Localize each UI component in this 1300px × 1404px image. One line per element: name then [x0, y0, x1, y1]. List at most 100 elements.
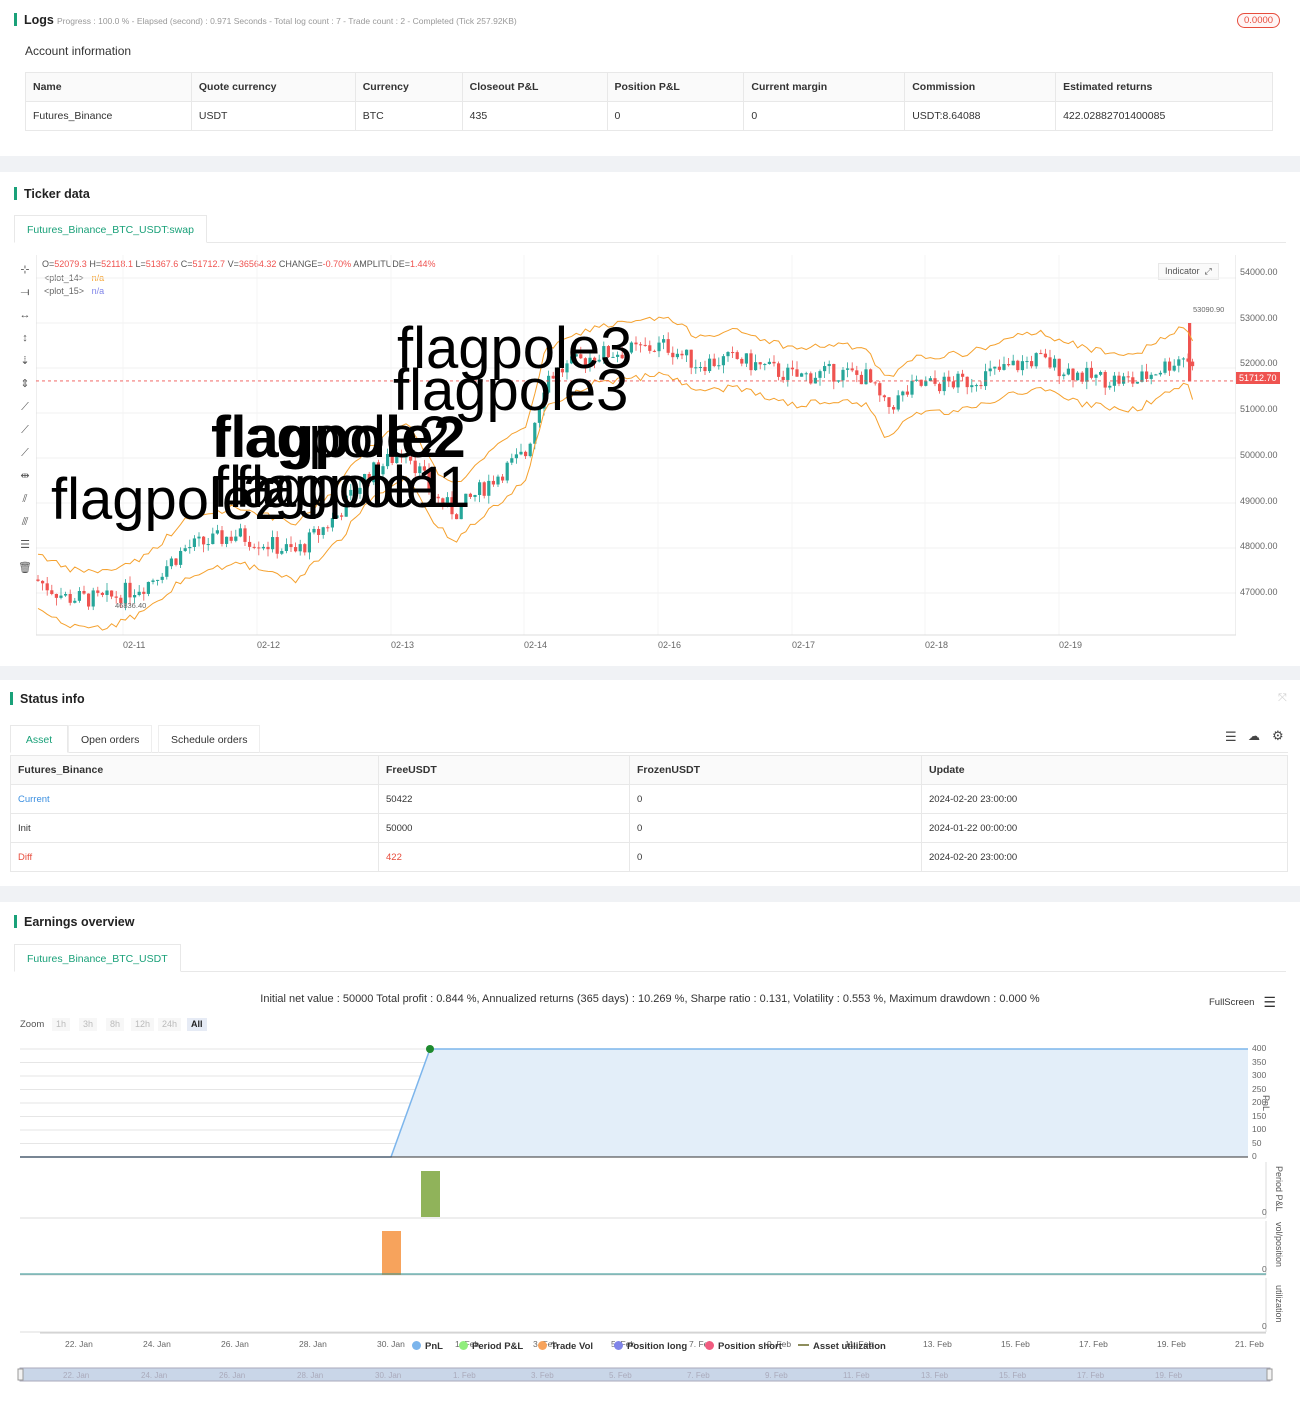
candle-body — [905, 391, 909, 395]
legend-label: Trade Vol — [551, 1341, 594, 1352]
price-tick: 49000.00 — [1240, 496, 1278, 506]
legend-position-long[interactable]: Position long — [614, 1341, 687, 1352]
pnl-tick: 350 — [1252, 1056, 1267, 1067]
candle-body — [887, 397, 891, 407]
account-cell-5: 0 — [743, 101, 906, 131]
candle-body — [1048, 357, 1052, 368]
tab-open-orders[interactable]: Open orders — [68, 725, 153, 753]
zoom-8h[interactable]: 8h — [106, 1018, 125, 1031]
candle-body — [91, 590, 95, 607]
candle-body — [979, 385, 983, 387]
candle-body — [694, 367, 698, 369]
tab-schedule-orders[interactable]: Schedule orders — [158, 725, 261, 753]
price-range-icon[interactable]: ⇹ — [18, 469, 32, 483]
candle-body — [648, 345, 652, 351]
candle-body — [1057, 358, 1061, 377]
legend-pnl[interactable]: PnL — [412, 1341, 443, 1352]
candle-body — [496, 476, 500, 485]
last-price-tag: 51712.70 — [1236, 372, 1280, 384]
account-col-4: Position P&L — [606, 72, 745, 102]
earnings-date-tick: 26. Jan — [221, 1339, 249, 1349]
zoom-all[interactable]: All — [187, 1018, 207, 1031]
navigator-date-tick: 30. Jan — [375, 1371, 402, 1380]
trend-line-icon[interactable]: ⟋ — [18, 400, 32, 414]
candle-body — [202, 536, 206, 545]
diff-frozen: 0 — [629, 842, 922, 872]
pitchfork-icon[interactable]: ⫻ — [18, 515, 32, 529]
fib-levels-icon[interactable]: ☰ — [18, 538, 32, 552]
candle-body — [206, 544, 210, 546]
fullscreen-button[interactable]: FullScreen ☰ — [1209, 994, 1276, 1011]
candle-body — [275, 537, 279, 554]
legend-label: PnL — [425, 1341, 443, 1352]
pnl-max-point — [426, 1045, 434, 1053]
zoom-3h[interactable]: 3h — [79, 1018, 98, 1031]
candle-body — [211, 533, 215, 545]
legend-position-short[interactable]: Position short — [705, 1341, 782, 1352]
vertical-line-icon[interactable]: ↕ — [18, 331, 32, 345]
col-exchange: Futures_Binance — [10, 755, 379, 785]
close-icon[interactable]: ⤧ — [1278, 692, 1287, 705]
legend-marker — [538, 1341, 547, 1350]
candle-body — [703, 366, 707, 372]
candle-body — [298, 544, 302, 552]
extended-line-icon[interactable]: ⟋ — [18, 446, 32, 460]
table-row: Diff 422 0 2024-02-20 23:00:00 — [10, 842, 1288, 872]
row-init-label: Init — [10, 813, 379, 843]
candle-body — [96, 590, 100, 593]
candle-body — [1076, 372, 1080, 381]
col-update: Update — [921, 755, 1288, 785]
navigator-left-handle — [17, 1368, 24, 1381]
candle-body — [146, 581, 150, 594]
legend-marker — [705, 1341, 714, 1350]
candle-body — [317, 528, 321, 535]
date-tick: 02-13 — [391, 640, 415, 650]
candle-body — [1007, 364, 1011, 366]
gear-icon[interactable]: ⚙ — [1272, 728, 1284, 744]
candle-body — [1163, 361, 1167, 373]
trash-icon[interactable]: 🗑 — [18, 561, 32, 575]
menu-icon[interactable]: ☰ — [1263, 994, 1276, 1010]
candle-body — [1011, 360, 1015, 366]
list-icon[interactable]: ☰ — [1225, 729, 1237, 745]
zoom-12h[interactable]: 12h — [131, 1018, 155, 1031]
account-cell-6: USDT:8.64088 — [904, 101, 1057, 131]
legend-asset-utilization[interactable]: Asset utilization — [798, 1341, 886, 1352]
legend-label: Asset utilization — [813, 1341, 886, 1352]
vertical-segment-icon[interactable]: ⇕ — [18, 377, 32, 391]
logs-badge[interactable]: 0.0000 — [1237, 13, 1281, 28]
candle-body — [1181, 358, 1185, 360]
candle-body — [1020, 361, 1024, 371]
tab-asset[interactable]: Asset — [10, 725, 68, 753]
candle-body — [188, 546, 192, 549]
cloud-download-icon[interactable]: ☁ — [1248, 729, 1260, 743]
legend-period-p-l[interactable]: Period P&L — [459, 1341, 523, 1352]
candle-body — [54, 593, 58, 598]
navigator-date-tick: 1. Feb — [453, 1371, 476, 1380]
legend-trade-vol[interactable]: Trade Vol — [538, 1341, 593, 1352]
navigator-date-tick: 24. Jan — [141, 1371, 168, 1380]
horizontal-line-icon[interactable]: ↔ — [18, 308, 32, 322]
ray-line-icon[interactable]: ⟋ — [18, 423, 32, 437]
account-cell-3: 435 — [461, 101, 608, 131]
candle-body — [997, 366, 1001, 370]
tab-earnings-pair[interactable]: Futures_Binance_BTC_USDT — [14, 944, 181, 972]
candle-body — [657, 342, 661, 352]
candle-body — [882, 395, 886, 398]
tab-ticker-swap[interactable]: Futures_Binance_BTC_USDT:swap — [14, 215, 207, 243]
candle-body — [510, 458, 514, 463]
candle-body — [915, 379, 919, 381]
parallel-channel-icon[interactable]: ⫽ — [18, 492, 32, 506]
candle-body — [197, 536, 201, 539]
candle-body — [1039, 353, 1043, 355]
horizontal-ray-icon[interactable]: ⟞ — [18, 285, 32, 299]
zoom-1h[interactable]: 1h — [52, 1018, 71, 1031]
candle-body — [261, 546, 265, 549]
crosshair-icon[interactable]: ⊹ — [18, 263, 32, 277]
candle-body — [174, 558, 178, 565]
zoom-24h[interactable]: 24h — [158, 1018, 182, 1031]
account-col-0: Name — [25, 72, 192, 102]
vertical-ray-icon[interactable]: ⇣ — [18, 354, 32, 368]
candle-body — [671, 352, 675, 358]
navigator-date-tick: 13. Feb — [921, 1371, 949, 1380]
